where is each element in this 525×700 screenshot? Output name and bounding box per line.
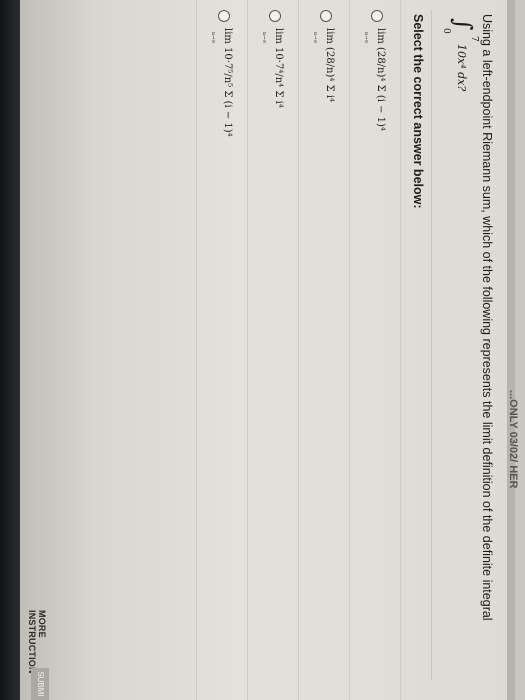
- integral-symbol: ∫: [449, 18, 477, 31]
- formula-text: lim (28/n)⁴ Σ (i − 1)⁴: [375, 28, 386, 131]
- formula-text: lim (28/n)⁴ Σ i⁴: [324, 28, 335, 103]
- limit-subscript: n→∞: [261, 32, 267, 44]
- limit-subscript: n→∞: [312, 32, 318, 44]
- top-band: [515, 0, 525, 700]
- question-block: Using a left-endpoint Riemann sum, which…: [441, 14, 495, 674]
- radio-button[interactable]: [218, 10, 230, 22]
- nav-text: ...ONLY 03/02/ HER: [507, 390, 519, 489]
- formula-text: lim 10·7⁴/n⁴ Σ i⁴: [273, 28, 284, 108]
- radio-button[interactable]: [269, 10, 281, 22]
- integral-expression: ∫ 7 0 10x⁴ dx?: [441, 14, 479, 674]
- photo-screen: ...ONLY 03/02/ HER Using a left-endpoint…: [0, 0, 525, 700]
- answer-formula: lim (28/n)⁴ Σ i⁴ n→∞: [312, 28, 336, 103]
- answer-option-2[interactable]: lim (28/n)⁴ Σ i⁴ n→∞: [299, 0, 350, 700]
- question-text: Using a left-endpoint Riemann sum, which…: [480, 14, 494, 621]
- answer-list: lim (28/n)⁴ Σ (i − 1)⁴ n→∞ lim (28/n)⁴ Σ…: [196, 0, 401, 700]
- answer-formula: lim (28/n)⁴ Σ (i − 1)⁴ n→∞: [363, 28, 387, 131]
- submit-button[interactable]: SUBMI: [31, 668, 49, 700]
- answer-option-4[interactable]: lim 10·7⁵/n⁵ Σ (i − 1)⁴ n→∞: [196, 0, 248, 700]
- limit-subscript: n→∞: [363, 32, 369, 44]
- rotated-page: ...ONLY 03/02/ HER Using a left-endpoint…: [0, 0, 525, 700]
- radio-button[interactable]: [320, 10, 332, 22]
- monitor-bezel: [0, 0, 20, 700]
- limit-subscript: n→∞: [210, 32, 216, 44]
- answer-option-3[interactable]: lim 10·7⁴/n⁴ Σ i⁴ n→∞: [248, 0, 299, 700]
- header-strip: [507, 0, 515, 700]
- integrand: 10x⁴ dx?: [455, 44, 468, 92]
- answer-formula: lim 10·7⁴/n⁴ Σ i⁴ n→∞: [261, 28, 285, 108]
- answer-prompt: Select the correct answer below:: [411, 14, 425, 209]
- radio-button[interactable]: [371, 10, 383, 22]
- answer-formula: lim 10·7⁵/n⁵ Σ (i − 1)⁴ n→∞: [210, 28, 234, 137]
- divider: [431, 10, 432, 680]
- formula-text: lim 10·7⁵/n⁵ Σ (i − 1)⁴: [222, 28, 233, 137]
- integral-lower-limit: 0: [441, 28, 451, 34]
- integral-upper-limit: 7: [469, 36, 479, 42]
- answer-option-1[interactable]: lim (28/n)⁴ Σ (i − 1)⁴ n→∞: [350, 0, 401, 700]
